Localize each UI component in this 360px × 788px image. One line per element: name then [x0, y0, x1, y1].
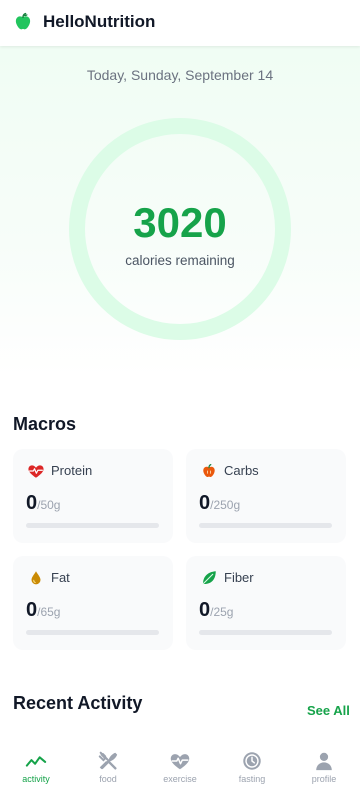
calories-remaining-label: calories remaining	[125, 253, 235, 268]
macro-name: Protein	[51, 463, 93, 478]
macro-goal: /65g	[37, 605, 61, 619]
activity-chart-icon	[25, 756, 47, 767]
macro-goal: /250g	[210, 498, 241, 512]
macro-amount-value: 0	[199, 599, 211, 621]
recent-activity-title: Recent Activity	[13, 693, 143, 713]
macro-amount-value: 0	[199, 492, 211, 514]
macro-card-fat[interactable]: Fat 0/65g	[13, 556, 173, 650]
macro-card-carbs[interactable]: Carbs 0/250g	[186, 449, 346, 543]
macro-progress-bar	[26, 630, 159, 635]
macro-amount: 0/250g	[199, 491, 240, 517]
macro-amount: 0/65g	[26, 598, 60, 624]
macro-progress-bar	[26, 523, 159, 528]
nav-item-profile[interactable]: profile	[288, 742, 360, 788]
nav-item-fasting[interactable]: fasting	[216, 742, 288, 788]
app-header: HelloNutrition	[0, 0, 360, 46]
macro-goal: /25g	[210, 605, 234, 619]
macro-amount-value: 0	[26, 599, 38, 621]
macro-card-fiber[interactable]: Fiber 0/25g	[186, 556, 346, 650]
macros-title: Macros	[13, 414, 77, 434]
person-icon	[316, 752, 332, 771]
apple-icon	[203, 464, 215, 477]
apple-logo-icon	[15, 12, 31, 30]
nav-label: exercise	[163, 774, 197, 784]
macro-goal: /50g	[37, 498, 61, 512]
nav-item-food[interactable]: food	[72, 742, 144, 788]
current-date: Today, Sunday, September 14	[86, 67, 274, 83]
bottom-nav: activity food exercise fasting profile	[0, 742, 360, 788]
calories-remaining-value: 3020	[133, 199, 227, 246]
nav-item-activity[interactable]: activity	[0, 742, 72, 788]
macro-amount: 0/50g	[26, 491, 60, 517]
macro-name: Fiber	[224, 570, 254, 585]
heart-pulse-icon	[28, 465, 44, 478]
app-title: HelloNutrition	[43, 12, 156, 31]
macro-progress-bar	[199, 630, 332, 635]
nav-label: profile	[311, 774, 337, 784]
leaf-icon	[202, 571, 216, 585]
nav-label: fasting	[238, 774, 266, 784]
fork-knife-icon	[98, 751, 118, 770]
nav-item-exercise[interactable]: exercise	[144, 742, 216, 788]
macro-name: Fat	[51, 570, 70, 585]
macro-amount-value: 0	[26, 492, 38, 514]
nav-label: activity	[22, 774, 50, 784]
macro-amount: 0/25g	[199, 598, 233, 624]
see-all-link[interactable]: See All	[307, 703, 350, 718]
macro-card-protein[interactable]: Protein 0/50g	[13, 449, 173, 543]
heart-pulse-icon	[170, 754, 190, 770]
macro-name: Carbs	[224, 463, 259, 478]
timer-icon	[243, 752, 261, 770]
nav-label: food	[99, 774, 117, 784]
macro-progress-bar	[199, 523, 332, 528]
droplet-icon	[31, 571, 41, 585]
